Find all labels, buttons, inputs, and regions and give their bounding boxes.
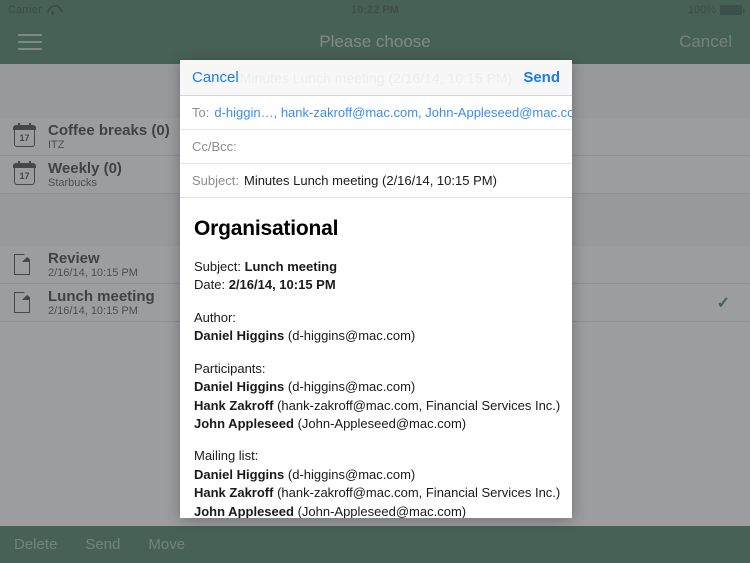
body-date-label: Date: — [194, 277, 226, 293]
participant-detail: (John-Appleseed@mac.com) — [297, 415, 467, 431]
mailing-list-detail: (hank-zakroff@mac.com, Financial Service… — [277, 485, 561, 501]
body-author-line: Daniel Higgins (d-higgins@mac.com) — [194, 327, 558, 345]
body-mailing-list-label: Mailing list: — [194, 448, 259, 464]
compose-cancel-button[interactable]: Cancel — [192, 69, 239, 86]
body-author-label: Author: — [194, 309, 236, 325]
mailing-list-detail: (John-Appleseed@mac.com) — [297, 503, 467, 518]
mailing-list-detail: (d-higgins@mac.com) — [287, 466, 416, 482]
subject-field-row[interactable]: Subject: Minutes Lunch meeting (2/16/14,… — [180, 164, 572, 198]
mailing-list-name: Daniel Higgins — [194, 466, 285, 482]
body-participants-label: Participants: — [194, 360, 266, 376]
participant-row: Daniel Higgins (d-higgins@mac.com) — [194, 378, 558, 396]
ccbcc-field-label: Cc/Bcc: — [192, 139, 237, 154]
to-field-row[interactable]: To: d-higgin…, hank-zakroff@mac.com, Joh… — [180, 96, 572, 130]
to-field-value: d-higgin…, hank-zakroff@mac.com, John-Ap… — [214, 105, 572, 120]
body-author-email: (d-higgins@mac.com) — [287, 328, 416, 344]
mailing-list-row: Hank Zakroff (hank-zakroff@mac.com, Fina… — [194, 484, 561, 502]
mailing-list-row: Daniel Higgins (d-higgins@mac.com) — [194, 466, 558, 484]
to-field-label: To: — [192, 105, 210, 120]
participant-detail: (hank-zakroff@mac.com, Financial Service… — [277, 397, 561, 413]
participant-detail: (d-higgins@mac.com) — [287, 379, 416, 395]
body-author-name: Daniel Higgins — [194, 328, 285, 344]
ccbcc-field-row[interactable]: Cc/Bcc: — [180, 130, 572, 164]
compose-email-modal: Cancel Minutes Lunch meeting (2/16/14, 1… — [180, 60, 572, 518]
subject-field-value: Minutes Lunch meeting (2/16/14, 10:15 PM… — [243, 173, 497, 188]
body-date-value: 2/16/14, 10:15 PM — [228, 277, 336, 293]
participant-name: Hank Zakroff — [194, 397, 274, 413]
body-subject-value: Lunch meeting — [244, 258, 338, 274]
participant-name: John Appleseed — [194, 415, 294, 431]
email-body-heading: Organisational — [194, 217, 339, 240]
body-date-line: Date: 2/16/14, 10:15 PM — [194, 276, 558, 294]
mailing-list-name: Hank Zakroff — [194, 485, 274, 501]
participant-name: Daniel Higgins — [194, 379, 285, 395]
compose-modal-title: Minutes Lunch meeting (2/16/14, 10:15 PM… — [239, 69, 513, 86]
compose-send-button[interactable]: Send — [523, 69, 560, 86]
body-subject-line: Subject: Lunch meeting — [194, 258, 558, 276]
participant-row: John Appleseed (John-Appleseed@mac.com) — [194, 415, 558, 433]
body-subject-label: Subject: — [194, 258, 241, 274]
compose-modal-header: Cancel Minutes Lunch meeting (2/16/14, 1… — [180, 60, 572, 96]
mailing-list-row: John Appleseed (John-Appleseed@mac.com) — [194, 503, 558, 518]
participant-row: Hank Zakroff (hank-zakroff@mac.com, Fina… — [194, 397, 561, 415]
email-body[interactable]: Organisational Subject: Lunch meeting Da… — [180, 198, 572, 518]
mailing-list-name: John Appleseed — [194, 503, 294, 518]
subject-field-label: Subject: — [192, 173, 239, 188]
